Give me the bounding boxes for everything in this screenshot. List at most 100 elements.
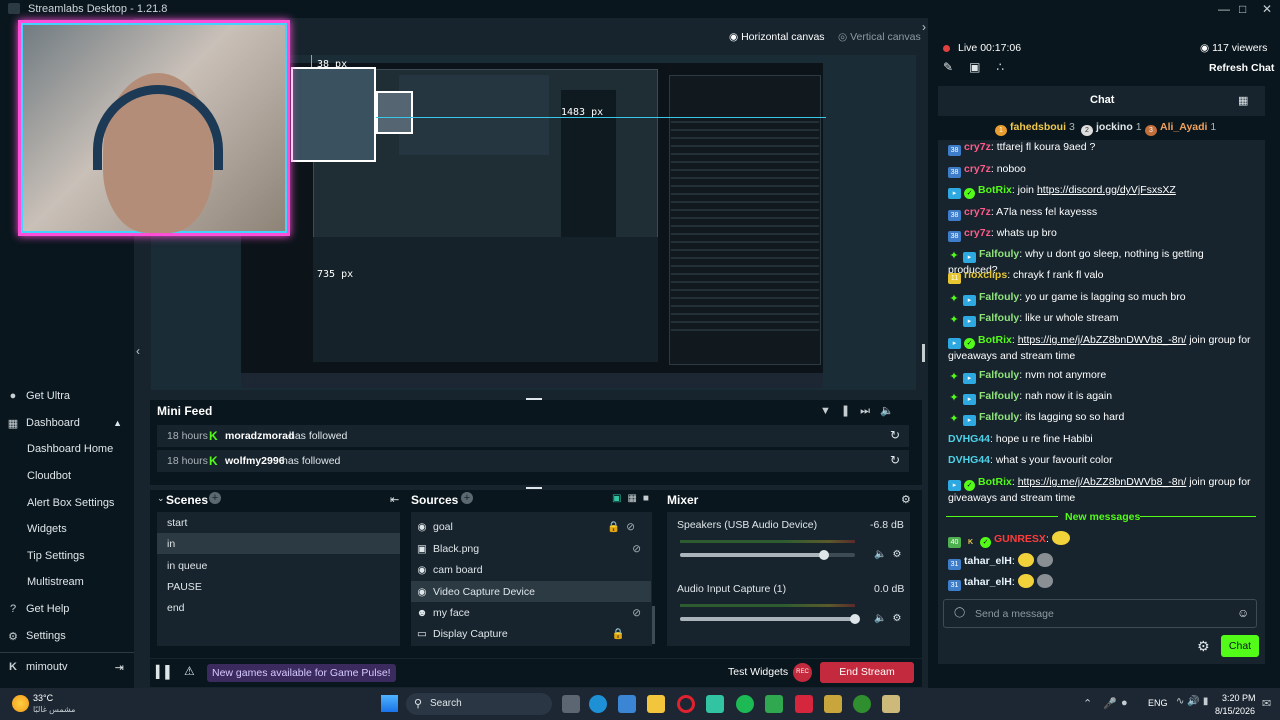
sidebar-item-multistream[interactable]: Multistream bbox=[0, 571, 134, 593]
share-icon[interactable]: ∴ bbox=[996, 60, 1020, 74]
clock-time[interactable]: 3:20 PM bbox=[1222, 693, 1256, 703]
scene-item[interactable]: in queue bbox=[157, 555, 400, 576]
app-icon[interactable] bbox=[882, 695, 900, 713]
chat-user[interactable]: Falfouly bbox=[979, 390, 1019, 402]
mic-icon[interactable]: 🎤 bbox=[1103, 697, 1117, 710]
group-icon[interactable]: ▦ bbox=[627, 493, 642, 504]
replay-icon[interactable]: ↻ bbox=[890, 428, 900, 442]
webcam-overlay[interactable] bbox=[18, 20, 290, 236]
edge-icon[interactable] bbox=[589, 695, 607, 713]
chat-user[interactable]: DVHG44 bbox=[948, 454, 990, 466]
folder-icon[interactable]: ■ bbox=[643, 493, 655, 504]
sidebar-item-get-help[interactable]: ? Get Help bbox=[0, 598, 134, 620]
leaderboard-icon[interactable]: ▦ bbox=[1238, 94, 1248, 107]
chat-input[interactable]: ◯ Send a message ☺ bbox=[943, 599, 1257, 628]
minimize-icon[interactable]: — bbox=[1218, 2, 1230, 16]
scene-item[interactable]: PAUSE bbox=[157, 576, 400, 597]
chat-user[interactable]: tahar_elH bbox=[964, 555, 1012, 567]
visibility-off-icon[interactable]: ⊘ bbox=[632, 607, 641, 619]
add-scene-button[interactable]: + bbox=[209, 492, 221, 504]
selection-box-small[interactable] bbox=[376, 91, 413, 134]
scene-transitions-icon[interactable]: ⇤ bbox=[390, 493, 399, 506]
edit-icon[interactable]: ✎ bbox=[943, 60, 969, 74]
chat-link[interactable]: https://ig.me/j/AbZZ8bnDWVb8_-8n/ bbox=[1018, 476, 1187, 488]
explorer-icon[interactable] bbox=[647, 695, 665, 713]
sidebar-user[interactable]: Kmimoutv ⇥ bbox=[0, 656, 134, 678]
drag-handle[interactable] bbox=[526, 487, 542, 489]
skip-icon[interactable]: ⏭ bbox=[860, 405, 880, 417]
visibility-off-icon[interactable]: ⊘ bbox=[632, 543, 641, 555]
clock-date[interactable]: 8/15/2026 bbox=[1215, 706, 1255, 716]
volume-slider-knob[interactable] bbox=[818, 550, 829, 560]
refresh-chat-button[interactable]: Refresh Chat bbox=[1209, 62, 1274, 74]
sidebar-item-get-ultra[interactable]: ● Get Ultra bbox=[0, 385, 134, 407]
close-icon[interactable]: ✕ bbox=[1262, 2, 1272, 16]
selection-box[interactable] bbox=[291, 67, 376, 162]
gear-icon[interactable]: ⚙ bbox=[892, 613, 907, 624]
mixer-settings-icon[interactable]: ⚙ bbox=[901, 493, 911, 506]
task-view-icon[interactable] bbox=[562, 695, 580, 713]
chat-user[interactable]: cry7z bbox=[964, 227, 991, 239]
source-item[interactable]: ▭ Display Capture 🔒 bbox=[411, 623, 651, 644]
popout-icon[interactable]: ▣ bbox=[969, 60, 996, 74]
tray-icon[interactable]: ● bbox=[1121, 697, 1128, 709]
maximize-icon[interactable]: □ bbox=[1239, 2, 1246, 16]
tab-horizontal-canvas[interactable]: ◉ Horizontal canvas bbox=[729, 31, 825, 43]
emoji-icon[interactable]: ☺ bbox=[1237, 606, 1249, 620]
chat-user[interactable]: GUNRESX bbox=[994, 533, 1046, 545]
speaker-icon[interactable]: 🔈 bbox=[874, 549, 892, 560]
chat-user[interactable]: BotRix bbox=[978, 184, 1012, 196]
sidebar-item-alert-box[interactable]: Alert Box Settings bbox=[0, 492, 134, 514]
scene-item-selected[interactable]: in bbox=[157, 533, 400, 554]
sidebar-item-settings[interactable]: ⚙ Settings bbox=[0, 625, 134, 647]
sidebar-item-dashboard[interactable]: ▦ Dashboard ▲ bbox=[0, 412, 134, 434]
resize-handle[interactable] bbox=[922, 344, 925, 362]
weather-icon[interactable] bbox=[12, 695, 29, 712]
test-widgets-button[interactable]: Test Widgets bbox=[728, 666, 788, 678]
chat-user[interactable]: Falfouly bbox=[979, 369, 1019, 381]
sidebar-item-tip-settings[interactable]: Tip Settings bbox=[0, 545, 134, 567]
tab-vertical-canvas[interactable]: ◎ Vertical canvas bbox=[838, 31, 921, 43]
chat-user[interactable]: DVHG44 bbox=[948, 433, 990, 445]
notification-icon[interactable]: ✉ bbox=[1262, 697, 1271, 710]
chat-user[interactable]: cry7z bbox=[964, 141, 991, 153]
streamlabs-icon[interactable] bbox=[706, 695, 724, 713]
scrollbar[interactable] bbox=[652, 606, 655, 644]
lock-visibility-icons[interactable]: 🔒⊘ bbox=[607, 520, 641, 533]
canvas-link-icon[interactable]: ▣ bbox=[612, 493, 627, 504]
chat-settings-icon[interactable]: ⚙ bbox=[1197, 638, 1210, 655]
taskbar-search[interactable]: ⚲ Search bbox=[406, 693, 552, 715]
app-icon[interactable] bbox=[765, 695, 783, 713]
sidebar-item-cloudbot[interactable]: Cloudbot bbox=[0, 465, 134, 487]
game-pulse-notice[interactable]: New games available for Game Pulse! bbox=[207, 664, 396, 682]
source-item[interactable]: ◉ goal 🔒⊘ bbox=[411, 516, 651, 537]
language-indicator[interactable]: ENG bbox=[1148, 698, 1168, 708]
chat-user[interactable]: Falfouly bbox=[979, 312, 1019, 324]
spotify-icon[interactable] bbox=[736, 695, 754, 713]
speaker-icon[interactable]: 🔈 bbox=[874, 613, 892, 624]
pause-icon[interactable]: ❚ bbox=[841, 405, 860, 417]
gear-icon[interactable]: ⚙ bbox=[892, 549, 907, 560]
sidebar-item-dashboard-home[interactable]: Dashboard Home bbox=[0, 438, 134, 460]
alert-icon[interactable]: ⚠ bbox=[184, 664, 195, 678]
store-icon[interactable] bbox=[618, 695, 636, 713]
chat-link[interactable]: https://discord.gg/dyVjFsxsXZ bbox=[1037, 184, 1176, 196]
tray-chevron-icon[interactable]: ⌃ bbox=[1083, 697, 1092, 710]
scene-item[interactable]: end bbox=[157, 597, 400, 618]
rec-button[interactable]: REC bbox=[793, 663, 812, 682]
chat-user[interactable]: Falfouly bbox=[979, 411, 1019, 423]
replay-icon[interactable]: ↻ bbox=[890, 453, 900, 467]
start-icon[interactable] bbox=[381, 695, 398, 712]
chat-user[interactable]: cry7z bbox=[964, 206, 991, 218]
system-tray-icons[interactable]: ∿🔊▮ bbox=[1176, 696, 1211, 707]
chevron-left-icon[interactable]: ‹ bbox=[136, 344, 140, 358]
logout-icon[interactable]: ⇥ bbox=[115, 661, 124, 674]
chat-send-button[interactable]: Chat bbox=[1221, 635, 1259, 657]
volume-slider[interactable] bbox=[680, 614, 860, 624]
chat-user[interactable]: cry7z bbox=[964, 163, 991, 175]
source-item-selected[interactable]: ◉ Video Capture Device bbox=[411, 581, 651, 602]
chat-link[interactable]: https://ig.me/j/AbZZ8bnDWVb8_-8n/ bbox=[1018, 334, 1187, 346]
add-source-button[interactable]: + bbox=[461, 492, 473, 504]
sidebar-item-widgets[interactable]: Widgets bbox=[0, 518, 134, 540]
opera-icon[interactable] bbox=[677, 695, 695, 713]
